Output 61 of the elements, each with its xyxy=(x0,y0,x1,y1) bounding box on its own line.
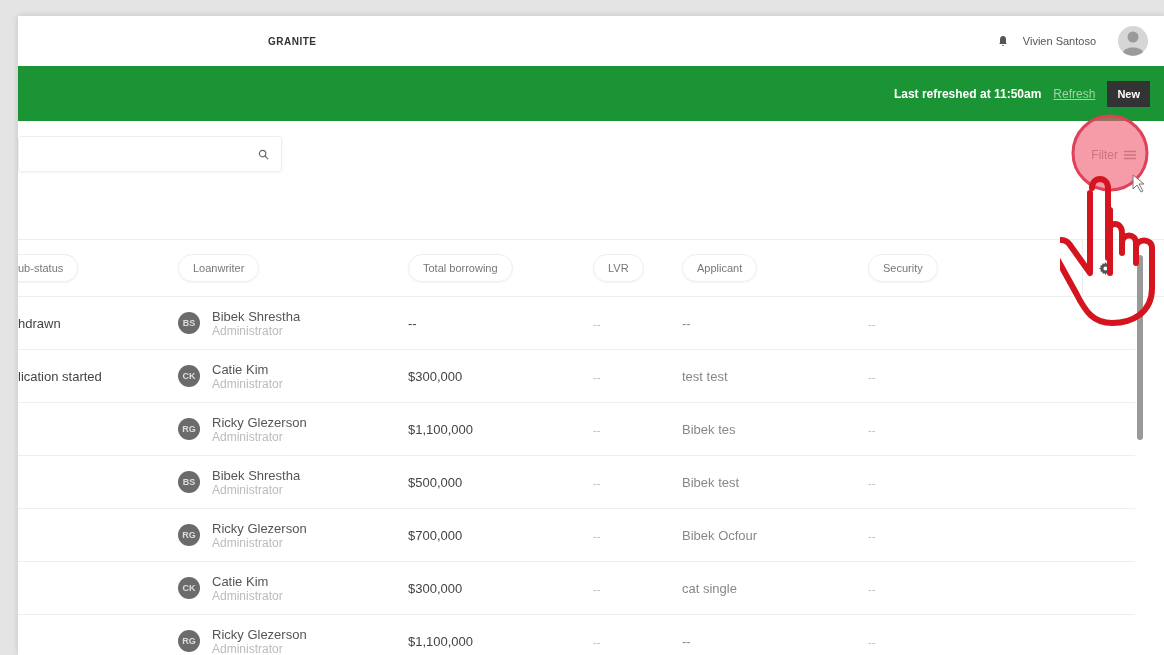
loanwriter-role: Administrator xyxy=(212,535,284,550)
table-cell: $300,000 xyxy=(408,368,463,384)
initials-avatar: RG xyxy=(178,524,200,546)
refresh-link[interactable]: Refresh xyxy=(1053,86,1096,101)
table-cell: -- xyxy=(868,476,876,489)
table-cell: -- xyxy=(593,635,601,648)
loanwriter-name: Ricky Glezerson xyxy=(212,520,307,536)
table-cell: cat single xyxy=(682,580,737,596)
loanwriter-role: Administrator xyxy=(212,323,284,338)
scrollbar-thumb[interactable] xyxy=(1137,255,1143,440)
table-cell: test test xyxy=(682,368,728,384)
table-cell: hdrawn xyxy=(18,315,61,331)
last-refreshed-text: Last refreshed at 11:50am xyxy=(893,86,1042,101)
table-cell: -- xyxy=(868,317,876,330)
table-cell: -- xyxy=(593,476,601,489)
search-field[interactable] xyxy=(18,136,282,172)
loanwriter-role: Administrator xyxy=(212,376,283,391)
table-cell: -- xyxy=(593,529,601,542)
loanwriter-role: Administrator xyxy=(212,429,284,444)
table-cell: -- xyxy=(593,582,601,595)
table-cell: $700,000 xyxy=(408,527,463,543)
initials-avatar: CK xyxy=(178,365,200,387)
loanwriter-name: Catie Kim xyxy=(212,361,270,377)
loanwriter-name: Ricky Glezerson xyxy=(212,414,307,430)
initials-avatar: CK xyxy=(178,577,200,599)
table-cell: $1,100,000 xyxy=(408,633,474,649)
new-button[interactable]: New xyxy=(1107,80,1150,107)
table-cell: -- xyxy=(408,315,417,331)
loanwriter-role: Administrator xyxy=(212,482,284,497)
table-cell: -- xyxy=(593,370,601,383)
table-cell: Bibek tes xyxy=(682,421,736,437)
user-name[interactable]: Vivien Santoso xyxy=(1022,35,1096,47)
loanwriter-role: Administrator xyxy=(212,641,284,655)
loanwriter-name: Catie Kim xyxy=(212,573,270,589)
table-cell: -- xyxy=(682,315,691,331)
logo: GRANITE xyxy=(268,35,317,47)
initials-avatar: RG xyxy=(178,630,200,652)
table-cell: lication started xyxy=(18,368,102,384)
loanwriter-name: Bibek Shrestha xyxy=(212,467,301,483)
table-cell: $1,100,000 xyxy=(408,421,474,437)
table-cell: Bibek test xyxy=(682,474,740,490)
loanwriter-role: Administrator xyxy=(212,588,283,603)
table-cell: $500,000 xyxy=(408,474,463,490)
initials-avatar: RG xyxy=(178,418,200,440)
filter-icon xyxy=(1124,150,1136,160)
initials-avatar: BS xyxy=(178,471,200,493)
table-cell: -- xyxy=(868,370,876,383)
table-cell: -- xyxy=(682,633,691,649)
table-cell: -- xyxy=(868,582,876,595)
table-cell: -- xyxy=(593,317,601,330)
initials-avatar: BS xyxy=(178,312,200,334)
table-cell: -- xyxy=(868,635,876,648)
table-cell: $300,000 xyxy=(408,580,463,596)
search-icon xyxy=(258,148,269,160)
table-cell: -- xyxy=(593,423,601,436)
loanwriter-name: Ricky Glezerson xyxy=(212,626,307,642)
table-cell: -- xyxy=(868,529,876,542)
loanwriter-name: Bibek Shrestha xyxy=(212,308,301,324)
table-cell: Bibek Ocfour xyxy=(682,527,758,543)
user-avatar-icon[interactable] xyxy=(1118,26,1148,56)
table-cell: -- xyxy=(868,423,876,436)
